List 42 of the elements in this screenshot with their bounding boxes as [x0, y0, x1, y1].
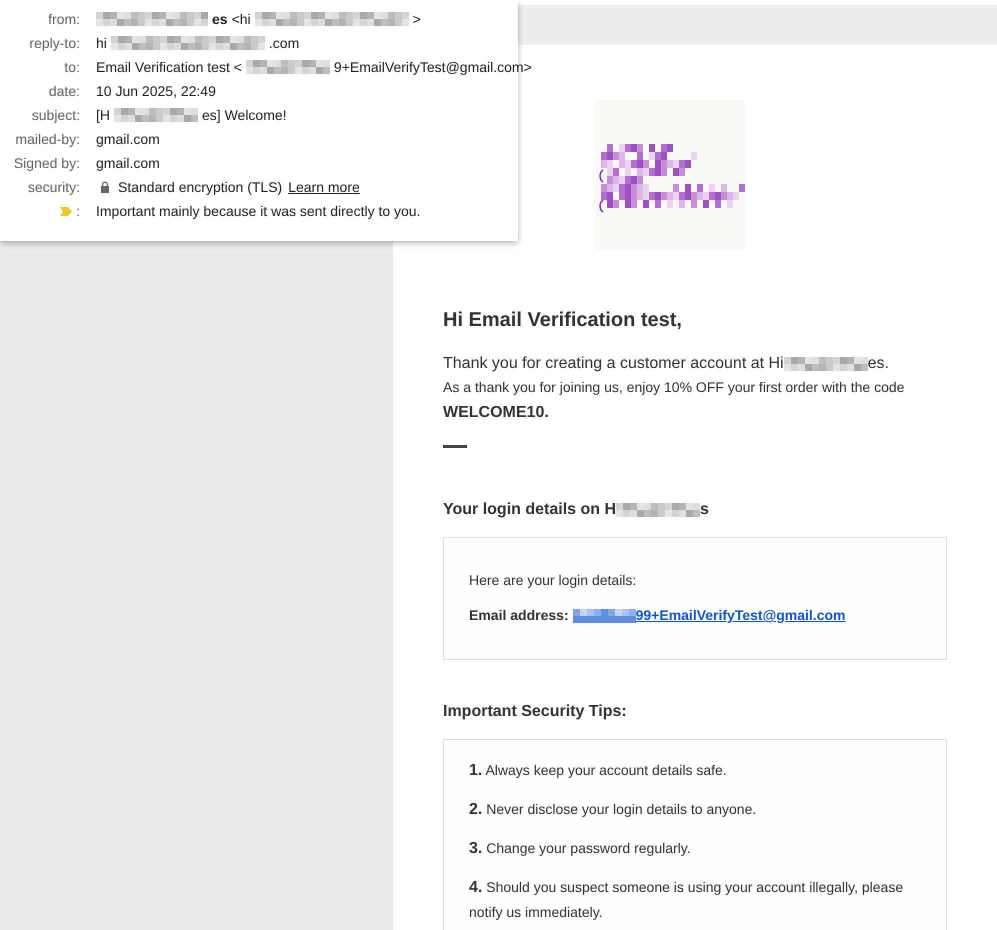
- importance-text: Important mainly because it was sent directly to you.: [96, 202, 420, 221]
- text: s: [700, 500, 709, 520]
- security-tip: 3. Change your password regularly.: [469, 839, 692, 859]
- text: es: [212, 10, 228, 28]
- field-label: mailed-by:: [15, 130, 80, 149]
- text: <hi: [232, 10, 251, 28]
- redaction-blur: [572, 608, 636, 622]
- text: 10 Jun 2025, 22:49: [96, 82, 216, 100]
- lock-icon: [100, 181, 110, 193]
- security-tip: 4. Should you suspect someone is using your account illegally, please notify us immediately.: [469, 878, 904, 922]
- text: gmail.com: [96, 130, 160, 149]
- field-label: subject:: [32, 106, 80, 125]
- field-label: date:: [48, 82, 80, 100]
- security-tip: 1. Always keep your account details safe.: [469, 761, 728, 781]
- field-label: reply-to:: [29, 34, 80, 53]
- security-text: Standard encryption (TLS): [118, 178, 282, 197]
- greeting-heading: Hi Email Verification test,: [443, 308, 683, 333]
- field-label: :: [76, 202, 80, 220]
- text: [H: [96, 106, 110, 125]
- text: Thank you for creating a customer account at Hi: [443, 354, 784, 374]
- login-intro-text: Here are your login details:: [469, 571, 638, 590]
- field-label: Signed by:: [14, 154, 80, 173]
- text: es.: [868, 354, 889, 374]
- security-tip: 2. Never disclose your login details to anyone.: [469, 800, 758, 820]
- field-label: security:: [28, 178, 80, 197]
- text: >: [412, 10, 421, 28]
- field-label: from:: [48, 10, 80, 28]
- email-address-link[interactable]: 99+EmailVerifyTest@gmail.com: [572, 605, 846, 626]
- text: hi: [96, 34, 107, 52]
- importance-marker-icon: [60, 206, 72, 216]
- email-address-label: Email address:: [469, 606, 569, 625]
- text: 9+EmailVerifyTest@gmail.com>: [334, 58, 532, 77]
- text: Email Verification test <: [96, 58, 242, 76]
- text: Your login details on H: [443, 500, 616, 520]
- text: .com: [268, 34, 300, 52]
- text: es] Welcome!: [202, 106, 287, 125]
- text: gmail.com: [96, 154, 160, 173]
- field-label: to:: [64, 58, 80, 76]
- offer-text: As a thank you for joining us, enjoy 10% OFF your first order with the code: [443, 378, 906, 397]
- learn-more-link[interactable]: Learn more: [288, 176, 360, 198]
- discount-code: WELCOME10.: [443, 403, 550, 423]
- security-tips-heading: Important Security Tips:: [443, 702, 628, 722]
